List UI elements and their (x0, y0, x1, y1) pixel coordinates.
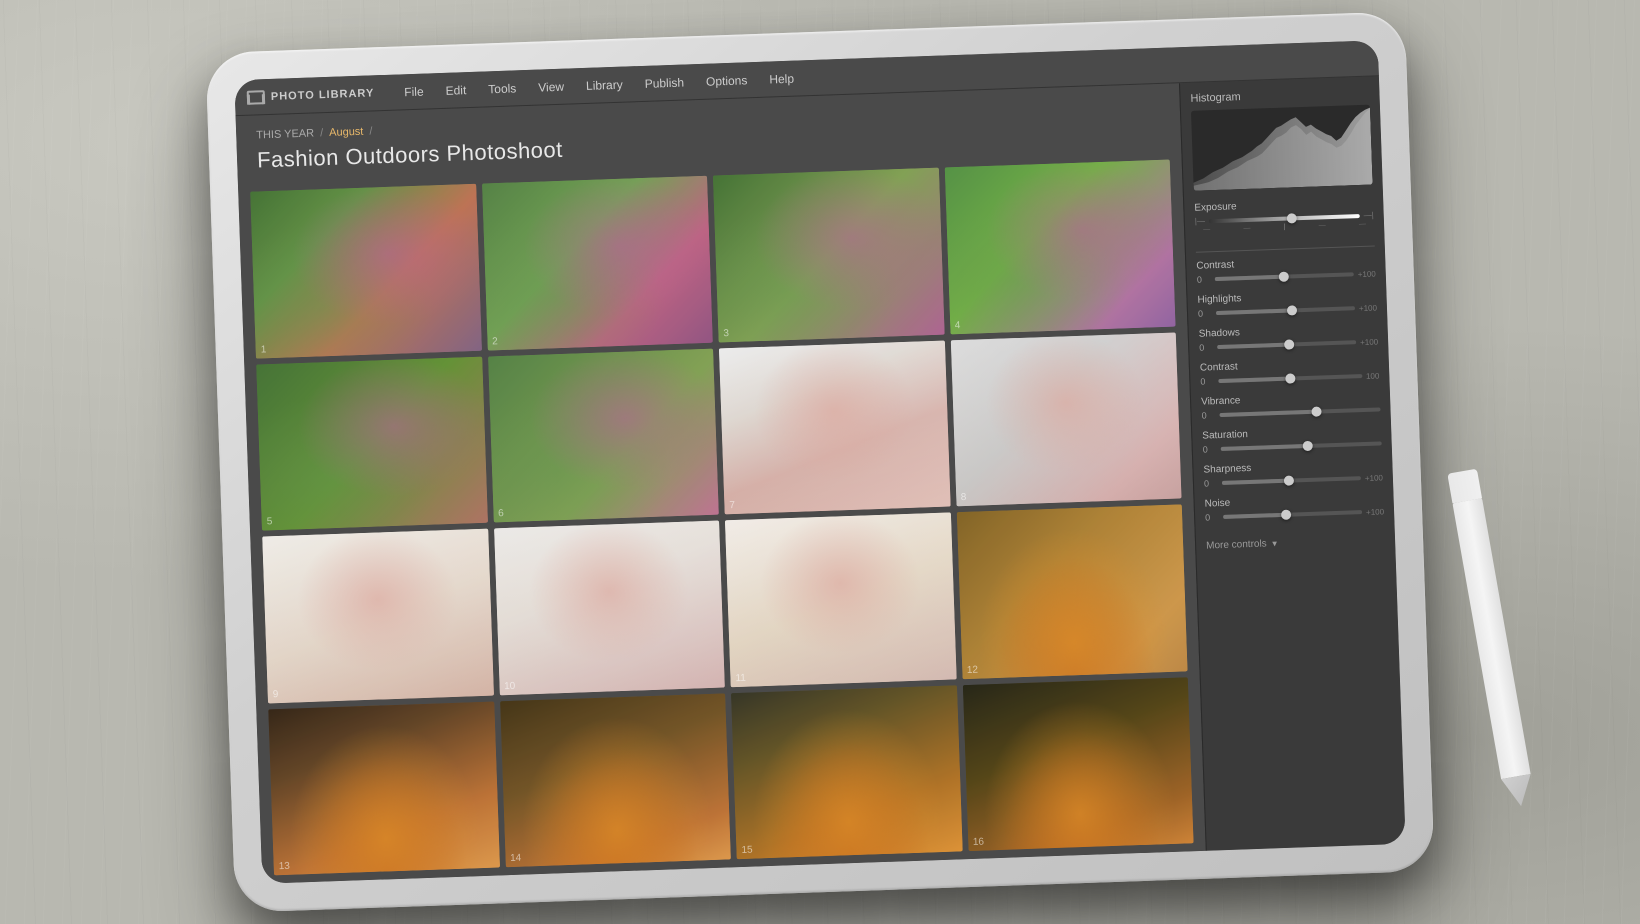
photo-number-8: 8 (961, 492, 967, 503)
menu-view[interactable]: View (528, 75, 575, 99)
photo-cell-10[interactable]: 10 (494, 521, 725, 695)
photo-cell-3[interactable]: 3 (713, 168, 944, 342)
menu-publish[interactable]: Publish (634, 71, 694, 95)
more-controls-label: More controls (1206, 538, 1267, 551)
contrast-value-2: 0 (1200, 376, 1214, 386)
noise-max: +100 (1366, 507, 1384, 517)
photo-cell-13[interactable]: 13 (268, 701, 499, 875)
shadows-slider[interactable] (1217, 340, 1356, 349)
exposure-control: Exposure |— —| — — | — — (1194, 197, 1374, 234)
photo-number-16: 16 (973, 837, 985, 848)
photo-number-9: 9 (273, 689, 279, 700)
highlights-max: +100 (1359, 303, 1377, 313)
highlights-value: 0 (1198, 308, 1212, 318)
contrast-control-1: Contrast 0 +100 (1196, 255, 1376, 285)
photo-cell-14[interactable]: 14 (500, 693, 731, 867)
photo-cell-1[interactable]: 1 (250, 184, 481, 358)
histogram-container (1191, 105, 1373, 191)
tablet-wrapper: PHOTO LIBRARY File Edit Tools View Libra… (205, 11, 1434, 912)
saturation-value: 0 (1203, 444, 1217, 454)
app-name-label: PHOTO LIBRARY (271, 87, 375, 103)
noise-slider[interactable] (1223, 510, 1362, 519)
shadows-max: +100 (1360, 337, 1378, 347)
photo-cell-12[interactable]: 12 (956, 504, 1187, 678)
photo-number-6: 6 (498, 508, 504, 519)
photo-cell-8[interactable]: 8 (950, 332, 1181, 506)
more-controls-button[interactable]: More controls ▼ (1206, 534, 1385, 551)
contrast-slider-1[interactable] (1215, 272, 1354, 281)
photo-number-13: 13 (279, 861, 291, 872)
noise-control: Noise 0 +100 (1205, 492, 1385, 522)
photo-number-11: 11 (735, 672, 746, 683)
photo-number-12: 12 (967, 664, 979, 675)
vibrance-slider[interactable] (1220, 407, 1381, 417)
histogram-label: Histogram (1190, 87, 1369, 105)
breadcrumb-month[interactable]: August (329, 126, 364, 139)
tablet-screen: PHOTO LIBRARY File Edit Tools View Libra… (234, 40, 1405, 883)
photo-cell-4[interactable]: 4 (944, 160, 1175, 334)
menu-file[interactable]: File (394, 80, 434, 103)
photo-library: THIS YEAR / August / Fashion Outdoors Ph… (236, 83, 1206, 883)
shadows-value: 0 (1199, 342, 1213, 352)
film-icon (247, 90, 265, 105)
noise-value: 0 (1205, 512, 1219, 522)
menu-options[interactable]: Options (696, 68, 758, 92)
saturation-slider[interactable] (1221, 441, 1382, 451)
pencil-tip (1501, 774, 1536, 809)
pencil-body (1452, 498, 1530, 779)
menu-edit[interactable]: Edit (435, 78, 476, 101)
breadcrumb-year[interactable]: THIS YEAR (256, 127, 314, 141)
photo-number-4: 4 (955, 320, 961, 331)
sharpness-max: +100 (1365, 473, 1383, 483)
photo-cell-5[interactable]: 5 (256, 356, 487, 530)
photo-cell-11[interactable]: 11 (725, 512, 956, 686)
photo-cell-6[interactable]: 6 (488, 348, 719, 522)
menu-help[interactable]: Help (759, 67, 804, 91)
photo-cell-15[interactable]: 15 (731, 685, 962, 859)
highlights-slider[interactable] (1216, 306, 1355, 315)
vibrance-control: Vibrance 0 (1201, 390, 1381, 420)
photo-number-7: 7 (729, 500, 735, 511)
menu-tools[interactable]: Tools (478, 77, 527, 101)
photo-number-10: 10 (504, 680, 516, 691)
photo-cell-7[interactable]: 7 (719, 340, 950, 514)
breadcrumb-sep-2: / (369, 125, 372, 137)
photo-cell-9[interactable]: 9 (262, 529, 493, 703)
photo-cell-2[interactable]: 2 (482, 176, 713, 350)
saturation-control: Saturation 0 (1202, 424, 1382, 454)
menu-library[interactable]: Library (576, 73, 633, 97)
breadcrumb-sep-1: / (320, 127, 323, 139)
photo-number-14: 14 (510, 853, 522, 864)
photo-number-15: 15 (741, 845, 753, 856)
shadows-control: Shadows 0 +100 (1199, 322, 1379, 352)
sharpness-slider[interactable] (1222, 476, 1361, 485)
app-logo: PHOTO LIBRARY (247, 86, 375, 104)
contrast-max-1: +100 (1358, 269, 1376, 279)
photo-number-3: 3 (723, 328, 729, 339)
contrast-slider-2[interactable] (1218, 374, 1362, 383)
right-panel: Histogram (1179, 76, 1406, 851)
vibrance-value: 0 (1201, 410, 1215, 420)
photo-number-1: 1 (261, 344, 267, 355)
sharpness-control: Sharpness 0 +100 (1203, 458, 1383, 488)
contrast-control-2: Contrast 0 100 (1200, 356, 1380, 386)
photo-grid: 1 2 3 4 (238, 151, 1206, 884)
more-controls-arrow-icon: ▼ (1271, 539, 1279, 548)
contrast-value-1: 0 (1197, 274, 1211, 284)
highlights-control: Highlights 0 +100 (1197, 288, 1377, 318)
photo-number-2: 2 (492, 336, 498, 347)
sharpness-value: 0 (1204, 478, 1218, 488)
apple-pencil (1447, 469, 1536, 809)
photo-number-5: 5 (267, 516, 273, 527)
contrast-max-2: 100 (1366, 371, 1380, 380)
photo-cell-16[interactable]: 16 (962, 677, 1193, 851)
content-area: THIS YEAR / August / Fashion Outdoors Ph… (236, 76, 1406, 883)
